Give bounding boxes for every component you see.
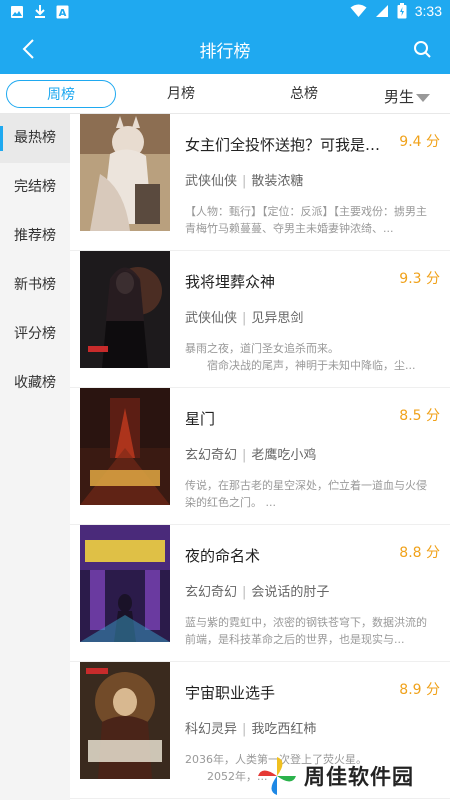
page-title: 排行榜 — [199, 42, 251, 62]
book-meta: 武侠仙侠 | 见异思剑 — [185, 311, 304, 326]
book-score: 8.9 分 — [399, 682, 440, 698]
sidebar-item-recommended[interactable]: 推荐榜 — [0, 212, 70, 261]
tab-total[interactable]: 总榜 — [264, 80, 344, 108]
book-description: 【人物：甄行】【定位：反派】【主要戏份：掳男主青梅竹马赖蔓蔓、夺男主未婚妻钟浓绮… — [185, 205, 427, 235]
book-genre: 科幻灵异 — [185, 722, 238, 737]
book-score: 9.3 分 — [399, 271, 440, 287]
search-button[interactable] — [408, 35, 436, 63]
book-description: 传说，在那古老的星空深处，伫立着一道血与火侵染的红色之门。 ... — [185, 479, 427, 509]
book-genre: 玄幻奇幻 — [185, 448, 238, 463]
sidebar-item-favorites[interactable]: 收藏榜 — [0, 359, 70, 408]
svg-text:A: A — [59, 8, 67, 19]
sidebar-item-rating[interactable]: 评分榜 — [0, 310, 70, 359]
battery-icon — [397, 3, 407, 19]
search-icon — [413, 40, 431, 58]
book-title: 星门 — [185, 410, 216, 428]
ranking-sidebar: 最热榜 完结榜 推荐榜 新书榜 评分榜 收藏榜 — [0, 114, 70, 800]
signal-icon — [375, 5, 388, 17]
book-author: 会说话的肘子 — [251, 585, 330, 600]
book-meta: 武侠仙侠 | 散装浓糖 — [185, 174, 304, 189]
period-tabs: 周榜 月榜 总榜 男生 — [0, 74, 450, 114]
gender-label: 男生 — [383, 88, 414, 106]
book-title: 夜的命名术 — [185, 547, 261, 565]
book-list: 女主们全投怀送抱？可我是反派啊 9.4 分 武侠仙侠 | 散装浓糖 【人物：甄行】【… — [70, 114, 450, 800]
image-icon — [11, 5, 23, 18]
book-title: 我将埋葬众神 — [185, 273, 276, 291]
gender-dropdown[interactable]: 男生 — [384, 86, 430, 107]
book-title: 宇宙职业选手 — [185, 684, 276, 702]
sidebar-item-hottest[interactable]: 最热榜 — [0, 114, 70, 163]
pinwheel-logo-icon — [258, 757, 296, 795]
tab-monthly[interactable]: 月榜 — [141, 80, 221, 108]
download-icon — [35, 5, 45, 18]
book-cover — [80, 525, 170, 642]
book-genre: 玄幻奇幻 — [185, 585, 238, 600]
book-meta: 玄幻奇幻 | 会说话的肘子 — [185, 585, 330, 600]
book-description: 蓝与紫的霓虹中，浓密的钢铁苍穹下，数据洪流的前端，是科技革命之后的世界，也是现实… — [185, 616, 427, 646]
book-score: 9.4 分 — [399, 134, 440, 150]
book-cover — [80, 251, 170, 368]
book-meta: 玄幻奇幻 | 老鹰吃小鸡 — [185, 448, 317, 463]
app-bar: 排行榜 — [0, 24, 450, 74]
book-author: 老鹰吃小鸡 — [251, 448, 317, 463]
book-title: 女主们全投怀送抱？可我是反派啊 — [185, 136, 390, 154]
book-author: 散装浓糖 — [251, 174, 304, 189]
book-cover — [80, 388, 170, 505]
tab-weekly[interactable]: 周榜 — [6, 80, 116, 108]
book-author: 我吃西红柿 — [251, 722, 317, 737]
book-cover — [80, 114, 170, 231]
watermark-text: 周佳软件园 — [304, 765, 414, 789]
wifi-icon — [350, 4, 367, 17]
book-genre: 武侠仙侠 — [185, 311, 238, 326]
a-icon: A — [56, 5, 69, 19]
book-item[interactable]: 星门 8.5 分 玄幻奇幻 | 老鹰吃小鸡 传说，在那古老的星空深处，伫立着一道血与… — [70, 388, 450, 525]
book-score: 8.5 分 — [399, 408, 440, 424]
book-item[interactable]: 夜的命名术 8.8 分 玄幻奇幻 | 会说话的肘子 蓝与紫的霓虹中，浓密的钢铁苍穹下… — [70, 525, 450, 662]
book-description: 暴雨之夜，道门圣女追杀而来。 宿命决战的尾声，神明于未知中降临，尘... — [185, 342, 416, 372]
book-meta: 科幻灵异 | 我吃西红柿 — [185, 722, 317, 737]
status-bar: A 3:33 — [0, 0, 450, 24]
book-item[interactable]: 我将埋葬众神 9.3 分 武侠仙侠 | 见异思剑 暴雨之夜，道门圣女追杀而来。 宿命… — [70, 251, 450, 388]
book-genre: 武侠仙侠 — [185, 174, 238, 189]
sidebar-item-completed[interactable]: 完结榜 — [0, 163, 70, 212]
book-item[interactable]: 女主们全投怀送抱？可我是反派啊 9.4 分 武侠仙侠 | 散装浓糖 【人物：甄行】【… — [70, 114, 450, 251]
watermark: 周佳软件园 — [256, 752, 450, 800]
book-score: 8.8 分 — [399, 545, 440, 561]
status-time: 3:33 — [414, 3, 442, 19]
sidebar-item-new-books[interactable]: 新书榜 — [0, 261, 70, 310]
chevron-down-icon — [416, 93, 430, 102]
book-author: 见异思剑 — [251, 311, 304, 326]
book-cover — [80, 662, 170, 779]
